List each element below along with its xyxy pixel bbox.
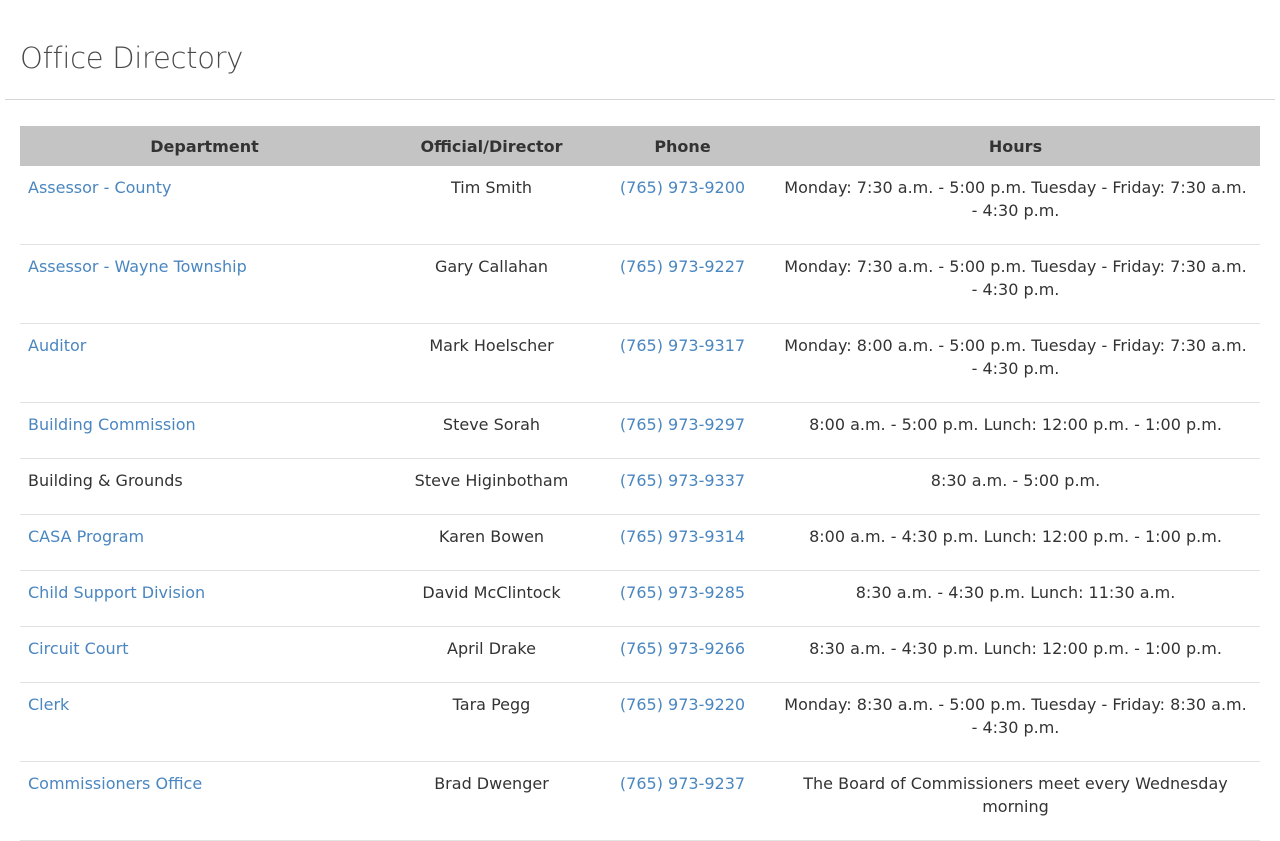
phone-link[interactable]: (765) 973-9317 (620, 336, 745, 355)
phone-cell: (765) 973-9317 (594, 323, 771, 403)
table-row: Assessor - Wayne Township Gary Callahan … (20, 244, 1260, 324)
phone-cell: (765) 973-9220 (594, 682, 771, 762)
phone-link[interactable]: (765) 973-9297 (620, 415, 745, 434)
hours-cell: The Board of Commissioners meet every We… (771, 761, 1260, 841)
phone-cell: (765) 973-9297 (594, 402, 771, 459)
phone-link[interactable]: (765) 973-9200 (620, 178, 745, 197)
department-link[interactable]: Assessor - Wayne Township (28, 257, 247, 276)
department-cell: Assessor - Wayne Township (20, 244, 389, 324)
table-row: Circuit Court April Drake (765) 973-9266… (20, 626, 1260, 683)
department-link[interactable]: Auditor (28, 336, 86, 355)
phone-cell: (765) 973-9314 (594, 514, 771, 571)
directory-table: Department Official/Director Phone Hours… (20, 126, 1260, 841)
official-cell: Karen Bowen (389, 514, 594, 571)
hours-cell: 8:00 a.m. - 4:30 p.m. Lunch: 12:00 p.m. … (771, 514, 1260, 571)
department-cell: CASA Program (20, 514, 389, 571)
official-cell: Gary Callahan (389, 244, 594, 324)
official-cell: Steve Sorah (389, 402, 594, 459)
table-row: Clerk Tara Pegg (765) 973-9220 Monday: 8… (20, 682, 1260, 762)
table-row: Commissioners Office Brad Dwenger (765) … (20, 761, 1260, 841)
phone-link[interactable]: (765) 973-9337 (620, 471, 745, 490)
hours-cell: 8:30 a.m. - 4:30 p.m. Lunch: 12:00 p.m. … (771, 626, 1260, 683)
phone-link[interactable]: (765) 973-9227 (620, 257, 745, 276)
department-cell: Clerk (20, 682, 389, 762)
official-cell: April Drake (389, 626, 594, 683)
phone-cell: (765) 973-9285 (594, 570, 771, 627)
department-link[interactable]: Clerk (28, 695, 69, 714)
column-header-official[interactable]: Official/Director (389, 126, 594, 166)
hours-cell: 8:30 a.m. - 5:00 p.m. (771, 458, 1260, 515)
column-header-hours[interactable]: Hours (771, 126, 1260, 166)
official-cell: David McClintock (389, 570, 594, 627)
hours-cell: 8:00 a.m. - 5:00 p.m. Lunch: 12:00 p.m. … (771, 402, 1260, 459)
hours-cell: Monday: 7:30 a.m. - 5:00 p.m. Tuesday - … (771, 244, 1260, 324)
phone-cell: (765) 973-9237 (594, 761, 771, 841)
official-cell: Tim Smith (389, 166, 594, 245)
department-cell: Building Commission (20, 402, 389, 459)
department-link[interactable]: Circuit Court (28, 639, 129, 658)
table-row: Child Support Division David McClintock … (20, 570, 1260, 627)
department-cell: Assessor - County (20, 166, 389, 245)
table-body: Assessor - County Tim Smith (765) 973-92… (20, 166, 1260, 841)
page-title: Office Directory (20, 41, 244, 75)
table-row: Assessor - County Tim Smith (765) 973-92… (20, 166, 1260, 245)
phone-cell: (765) 973-9337 (594, 458, 771, 515)
official-cell: Mark Hoelscher (389, 323, 594, 403)
table-row: Auditor Mark Hoelscher (765) 973-9317 Mo… (20, 323, 1260, 403)
phone-link[interactable]: (765) 973-9285 (620, 583, 745, 602)
phone-cell: (765) 973-9227 (594, 244, 771, 324)
department-cell: Commissioners Office (20, 761, 389, 841)
phone-link[interactable]: (765) 973-9314 (620, 527, 745, 546)
official-cell: Brad Dwenger (389, 761, 594, 841)
department-cell: Child Support Division (20, 570, 389, 627)
table-row: CASA Program Karen Bowen (765) 973-9314 … (20, 514, 1260, 571)
page-header: Office Directory (5, 0, 1275, 100)
hours-cell: Monday: 8:00 a.m. - 5:00 p.m. Tuesday - … (771, 323, 1260, 403)
department-link[interactable]: Assessor - County (28, 178, 171, 197)
column-header-department[interactable]: Department (20, 126, 389, 166)
phone-cell: (765) 973-9200 (594, 166, 771, 245)
table-row: Building & Grounds Steve Higinbotham (76… (20, 458, 1260, 515)
hours-cell: Monday: 7:30 a.m. - 5:00 p.m. Tuesday - … (771, 166, 1260, 245)
department-link[interactable]: Child Support Division (28, 583, 205, 602)
department-link[interactable]: CASA Program (28, 527, 144, 546)
phone-link[interactable]: (765) 973-9220 (620, 695, 745, 714)
official-cell: Steve Higinbotham (389, 458, 594, 515)
department-link[interactable]: Building Commission (28, 415, 196, 434)
phone-link[interactable]: (765) 973-9237 (620, 774, 745, 793)
hours-cell: Monday: 8:30 a.m. - 5:00 p.m. Tuesday - … (771, 682, 1260, 762)
department-cell: Auditor (20, 323, 389, 403)
official-cell: Tara Pegg (389, 682, 594, 762)
department-link[interactable]: Commissioners Office (28, 774, 202, 793)
table-row: Building Commission Steve Sorah (765) 97… (20, 402, 1260, 459)
table-header: Department Official/Director Phone Hours (20, 126, 1260, 166)
phone-link[interactable]: (765) 973-9266 (620, 639, 745, 658)
hours-cell: 8:30 a.m. - 4:30 p.m. Lunch: 11:30 a.m. (771, 570, 1260, 627)
department-cell: Circuit Court (20, 626, 389, 683)
column-header-phone[interactable]: Phone (594, 126, 771, 166)
department-cell: Building & Grounds (20, 458, 389, 515)
phone-cell: (765) 973-9266 (594, 626, 771, 683)
directory-table-container: Department Official/Director Phone Hours… (20, 126, 1260, 841)
